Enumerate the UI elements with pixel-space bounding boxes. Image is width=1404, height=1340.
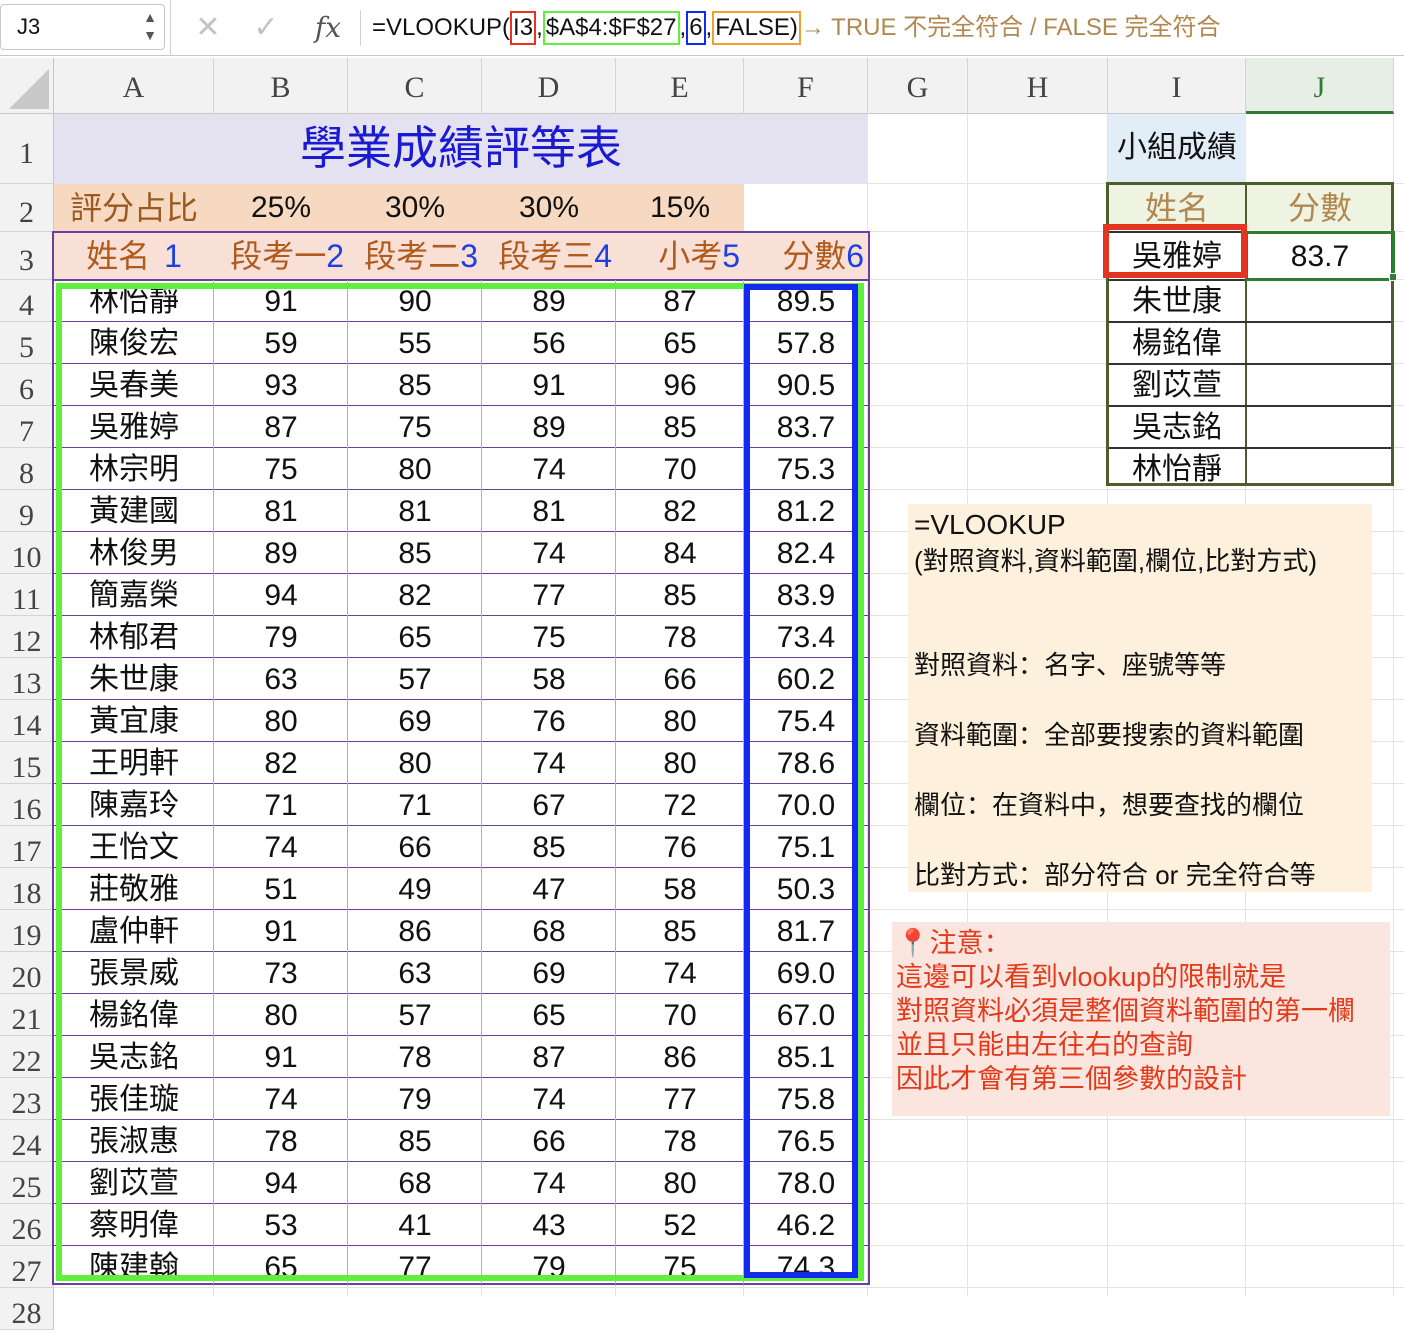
- explain-line: 對照資料：名字、座號等等: [914, 650, 1227, 680]
- explain-line: (對照資料,資料範圍,欄位,比對方式): [914, 546, 1317, 576]
- column-header-a[interactable]: A: [54, 58, 214, 114]
- note-box: 📍注意： 這邊可以看到vlookup的限制就是 對照資料必須是整個資料範圍的第一欄並…: [892, 922, 1390, 1116]
- row-header-6[interactable]: 6: [0, 364, 54, 406]
- corner-triangle-icon: [9, 69, 49, 109]
- pin-icon: 📍: [896, 928, 930, 958]
- divider: [360, 10, 361, 46]
- row-header-2[interactable]: 2: [0, 184, 54, 232]
- divider: [170, 0, 171, 56]
- lookup-range-highlight: [56, 283, 864, 1281]
- row-header-8[interactable]: 8: [0, 448, 54, 490]
- column-header-c[interactable]: C: [348, 58, 482, 114]
- note-line: 因此才會有第三個參數的設計: [896, 1064, 1247, 1094]
- row-header-9[interactable]: 9: [0, 490, 54, 532]
- cancel-icon[interactable]: ✕: [188, 8, 228, 48]
- column-header-f[interactable]: F: [744, 58, 868, 114]
- formula-arg-match-type: FALSE): [712, 11, 801, 45]
- column-header-i[interactable]: I: [1108, 58, 1246, 114]
- group-name-cell[interactable]: 楊銘偉: [1108, 323, 1246, 365]
- weights-label: 評分占比: [69, 190, 198, 226]
- sheet-title: 學業成績評等表: [300, 122, 622, 174]
- explain-line: 欄位：在資料中，想要查找的欄位: [914, 790, 1305, 820]
- group-name-cell[interactable]: 劉苡萱: [1108, 365, 1246, 407]
- note-line: 對照資料必須是整個資料範圍的第一欄: [896, 996, 1355, 1026]
- explain-box: =VLOOKUP (對照資料,資料範圍,欄位,比對方式) 對照資料：名字、座號等等資…: [908, 504, 1372, 892]
- note-title: 📍注意：: [896, 926, 1386, 960]
- formula-annotation: → TRUE 不完全符合 / FALSE 完全符合: [800, 14, 1221, 41]
- insert-function-icon[interactable]: fx: [308, 8, 348, 48]
- explain-line: 比對方式：部分符合 or 完全符合等: [914, 860, 1316, 890]
- group-name-cell[interactable]: 林怡靜: [1108, 449, 1246, 491]
- group-score-cell[interactable]: [1246, 365, 1394, 407]
- column-header-e[interactable]: E: [616, 58, 744, 114]
- row-header-27[interactable]: 27: [0, 1246, 54, 1288]
- formula-arg-lookup-value: I3: [510, 11, 537, 45]
- explain-line: =VLOOKUP: [914, 509, 1066, 540]
- column-header-b[interactable]: B: [214, 58, 348, 114]
- formula-prefix: =VLOOKUP(: [372, 14, 511, 41]
- group-header-name: 姓名: [1144, 190, 1209, 226]
- weight-value: 15%: [649, 191, 711, 224]
- lookup-value-highlight: [1103, 224, 1247, 278]
- group-score-cell[interactable]: [1246, 281, 1394, 323]
- row-header-20[interactable]: 20: [0, 952, 54, 994]
- result-column-highlight: [744, 284, 858, 1278]
- column-header-j[interactable]: J: [1246, 58, 1394, 114]
- row-header-23[interactable]: 23: [0, 1078, 54, 1120]
- row-header-15[interactable]: 15: [0, 742, 54, 784]
- row-header-16[interactable]: 16: [0, 784, 54, 826]
- row-header-1[interactable]: 1: [0, 114, 54, 184]
- row-header-17[interactable]: 17: [0, 826, 54, 868]
- row-header-25[interactable]: 25: [0, 1162, 54, 1204]
- note-line: 並且只能由左往右的查詢: [896, 1030, 1193, 1060]
- column-header-h[interactable]: H: [968, 58, 1108, 114]
- row-header-24[interactable]: 24: [0, 1120, 54, 1162]
- formula-arg-table-range: $A$4:$F$27: [542, 11, 680, 45]
- group-title: 小組成績: [1117, 131, 1237, 164]
- row-header-11[interactable]: 11: [0, 574, 54, 616]
- formula-arg-column-index: 6: [686, 11, 706, 45]
- weight-value: 30%: [518, 191, 580, 224]
- formula-comma: ,: [536, 14, 543, 41]
- confirm-icon[interactable]: ✓: [246, 8, 286, 48]
- group-score-cell[interactable]: [1246, 407, 1394, 449]
- group-name-cell[interactable]: 吳志銘: [1108, 407, 1246, 449]
- formula-comma: ,: [679, 14, 687, 41]
- select-all-corner[interactable]: [0, 58, 54, 114]
- weight-value: 30%: [384, 191, 446, 224]
- row-header-18[interactable]: 18: [0, 868, 54, 910]
- name-box-stepper-icon[interactable]: ▲ ▼: [140, 8, 160, 46]
- row-header-19[interactable]: 19: [0, 910, 54, 952]
- formula-input[interactable]: =VLOOKUP(I3, $A$4:$F$27, 6, FALSE) → TRUE 不完…: [372, 10, 1221, 46]
- row-header-13[interactable]: 13: [0, 658, 54, 700]
- group-score-cell[interactable]: [1246, 323, 1394, 365]
- note-title-text: 注意：: [929, 928, 1011, 958]
- formula-bar: J3 ▲ ▼ ✕ ✓ fx =VLOOKUP(I3, $A$4:$F$27, 6, FA…: [0, 0, 1404, 56]
- group-header-score: 分數: [1287, 190, 1352, 226]
- explain-line: 資料範圍：全部要搜索的資料範圍: [914, 720, 1305, 750]
- column-header-d[interactable]: D: [482, 58, 616, 114]
- selected-cell-outline[interactable]: [1245, 231, 1395, 281]
- formula-comma: ,: [705, 14, 713, 41]
- group-score-cell[interactable]: [1246, 449, 1394, 491]
- group-name-cell[interactable]: 朱世康: [1108, 281, 1246, 323]
- row-header-14[interactable]: 14: [0, 700, 54, 742]
- row-header-10[interactable]: 10: [0, 532, 54, 574]
- row-header-4[interactable]: 4: [0, 280, 54, 322]
- row-header-5[interactable]: 5: [0, 322, 54, 364]
- weight-value: 25%: [250, 191, 312, 224]
- fill-handle[interactable]: [1389, 273, 1397, 281]
- row-header-22[interactable]: 22: [0, 1036, 54, 1078]
- row-header-12[interactable]: 12: [0, 616, 54, 658]
- note-line: 這邊可以看到vlookup的限制就是: [896, 962, 1287, 992]
- row-header-7[interactable]: 7: [0, 406, 54, 448]
- column-header-g[interactable]: G: [868, 58, 968, 114]
- row-header-21[interactable]: 21: [0, 994, 54, 1036]
- row-header-28[interactable]: 28: [0, 1288, 54, 1330]
- row-header-26[interactable]: 26: [0, 1204, 54, 1246]
- row-header-3[interactable]: 3: [0, 232, 54, 280]
